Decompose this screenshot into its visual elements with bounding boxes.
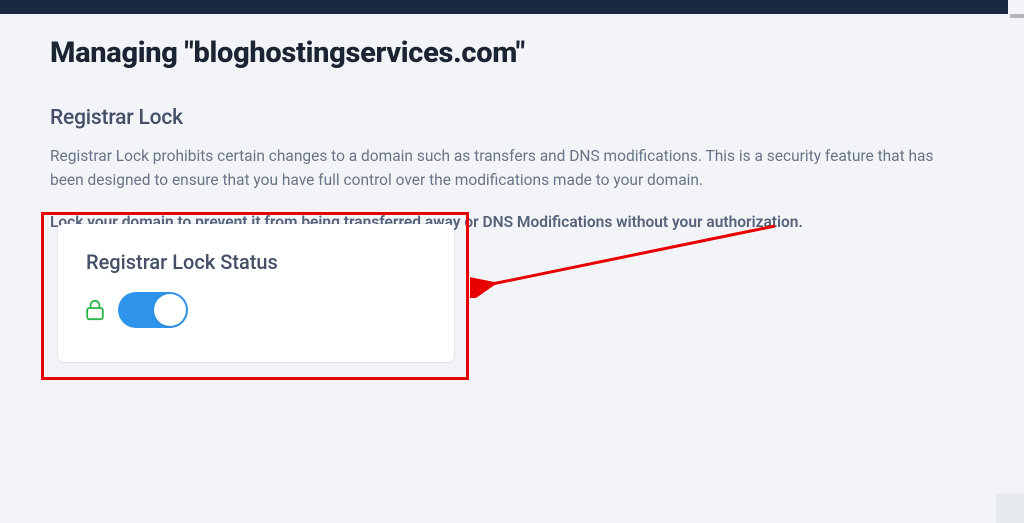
- scrollbar-track-fragment: [1010, 14, 1024, 18]
- section-title: Registrar Lock: [50, 106, 970, 130]
- top-nav-bar: [0, 0, 1008, 14]
- window-resize-grip[interactable]: [996, 493, 1024, 523]
- toggle-knob: [154, 294, 186, 326]
- registrar-lock-toggle[interactable]: [118, 292, 188, 328]
- section-description: Registrar Lock prohibits certain changes…: [50, 144, 970, 192]
- main-content: Managing "bloghostingservices.com" Regis…: [0, 14, 1024, 234]
- lock-icon: [86, 299, 104, 321]
- registrar-lock-card: Registrar Lock Status: [58, 224, 454, 362]
- card-title: Registrar Lock Status: [86, 250, 426, 274]
- page-title: Managing "bloghostingservices.com": [50, 36, 970, 70]
- lock-status-row: [86, 292, 426, 328]
